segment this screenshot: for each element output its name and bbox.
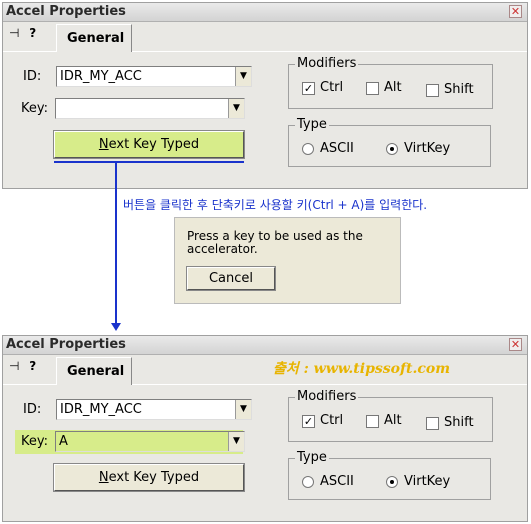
annotation-underline [54, 161, 244, 163]
next-key-typed-button[interactable]: Next Key Typed [53, 130, 245, 159]
id-label: ID: [23, 69, 42, 84]
key-combo[interactable]: ▼ [55, 98, 245, 119]
tab-general[interactable]: General [56, 357, 132, 385]
ascii-radio[interactable] [302, 476, 314, 488]
next-key-mnemonic: N [98, 470, 109, 485]
chevron-down-icon[interactable]: ▼ [228, 99, 244, 118]
shift-label: Shift [444, 82, 474, 97]
ctrl-label: Ctrl [320, 80, 344, 95]
id-label: ID: [23, 402, 42, 417]
alt-checkbox[interactable] [366, 415, 379, 428]
press-key-popup: Press a key to be used as the accelerato… [174, 217, 401, 304]
help-icon[interactable]: ? [29, 26, 36, 40]
tab-general[interactable]: General [56, 24, 132, 52]
id-combo[interactable]: IDR_MY_ACC ▼ [56, 399, 252, 420]
type-title: Type [295, 450, 329, 465]
accel-properties-window-bottom: Accel Properties ✕ ⊣ ? General 출처 : www.… [2, 335, 528, 522]
key-label: Key: [21, 434, 49, 449]
virtkey-label: VirtKey [404, 474, 451, 489]
modifiers-group: Modifiers ✓ Ctrl Alt Shift [288, 56, 493, 109]
pin-icon[interactable]: ⊣ [9, 359, 19, 373]
type-group: Type ASCII VirtKey [288, 117, 491, 167]
popup-message: Press a key to be used as the accelerato… [187, 229, 363, 256]
chevron-down-icon[interactable]: ▼ [235, 400, 251, 419]
virtkey-radio[interactable] [386, 476, 398, 488]
cancel-button[interactable]: Cancel [186, 266, 276, 291]
accel-properties-window-top: Accel Properties ✕ ⊣ ? General ID: IDR_M… [2, 2, 528, 189]
shift-checkbox[interactable] [426, 417, 439, 430]
pin-help-bar: ⊣ ? [9, 26, 36, 40]
key-label: Key: [21, 101, 49, 116]
ctrl-checkbox[interactable]: ✓ [302, 82, 315, 95]
next-key-label: ext Key Typed [108, 470, 200, 485]
annotation-text: 버튼을 클릭한 후 단축키로 사용할 키(Ctrl + A)를 입력한다. [123, 198, 428, 212]
virtkey-label: VirtKey [404, 141, 451, 156]
shift-checkbox[interactable] [426, 84, 439, 97]
ctrl-label: Ctrl [320, 413, 344, 428]
pin-help-bar: ⊣ ? [9, 359, 36, 373]
window-title: Accel Properties [6, 4, 126, 19]
ascii-label: ASCII [320, 141, 354, 156]
key-value: A [59, 434, 68, 449]
modifiers-group: Modifiers ✓ Ctrl Alt Shift [288, 389, 493, 442]
shift-label: Shift [444, 415, 474, 430]
source-watermark: 출처 : www.tipssoft.com [273, 361, 451, 377]
modifiers-title: Modifiers [295, 389, 359, 404]
chevron-down-icon[interactable]: ▼ [228, 432, 244, 451]
ascii-label: ASCII [320, 474, 354, 489]
id-combo[interactable]: IDR_MY_ACC ▼ [56, 66, 252, 87]
help-icon[interactable]: ? [29, 359, 36, 373]
id-value: IDR_MY_ACC [60, 69, 142, 84]
ctrl-checkbox[interactable]: ✓ [302, 415, 315, 428]
next-key-mnemonic: N [98, 137, 109, 152]
flow-arrow-line [115, 161, 117, 326]
alt-checkbox[interactable] [366, 82, 379, 95]
type-title: Type [295, 117, 329, 132]
type-group: Type ASCII VirtKey [288, 450, 491, 500]
virtkey-radio[interactable] [386, 143, 398, 155]
title-bar: Accel Properties ✕ [3, 3, 527, 22]
chevron-down-icon[interactable]: ▼ [235, 67, 251, 86]
alt-label: Alt [384, 80, 402, 95]
pin-icon[interactable]: ⊣ [9, 26, 19, 40]
modifiers-title: Modifiers [295, 56, 359, 71]
window-title: Accel Properties [6, 337, 126, 352]
next-key-label: ext Key Typed [108, 137, 200, 152]
arrow-down-icon [111, 323, 121, 331]
close-icon[interactable]: ✕ [509, 338, 522, 351]
next-key-typed-button[interactable]: Next Key Typed [53, 463, 245, 492]
close-icon[interactable]: ✕ [509, 5, 522, 18]
title-bar: Accel Properties ✕ [3, 336, 527, 355]
ascii-radio[interactable] [302, 143, 314, 155]
alt-label: Alt [384, 413, 402, 428]
id-value: IDR_MY_ACC [60, 402, 142, 417]
key-combo[interactable]: A ▼ [55, 431, 245, 452]
